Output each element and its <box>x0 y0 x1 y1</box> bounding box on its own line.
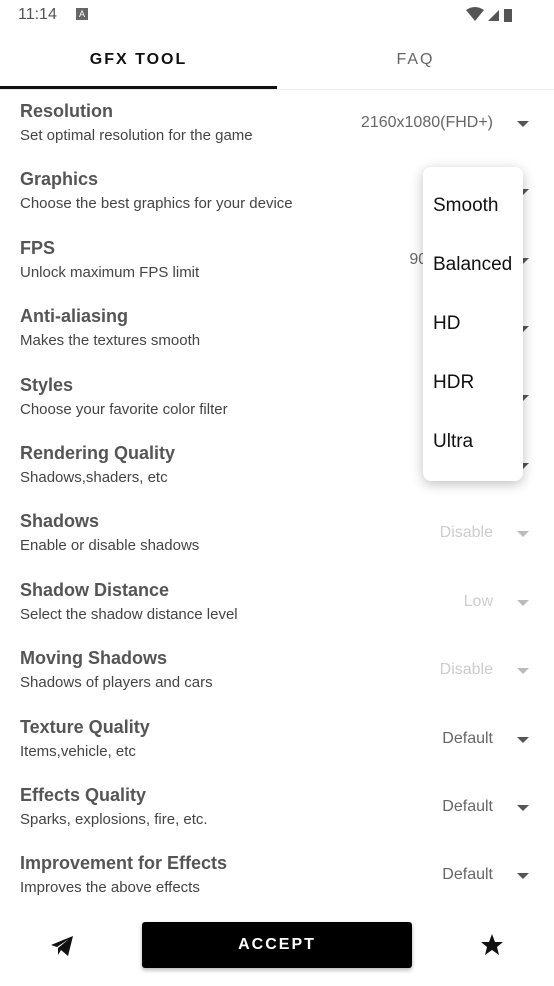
setting-value[interactable]: Default <box>442 866 493 884</box>
setting-row[interactable]: Shadows Enable or disable shadows Disabl… <box>0 506 554 574</box>
setting-row[interactable]: Effects Quality Sparks, explosions, fire… <box>0 780 554 848</box>
setting-subtitle: Choose your favorite color filter <box>20 400 228 418</box>
setting-title: Improvement for Effects <box>20 853 228 874</box>
menu-item-balanced[interactable]: Balanced <box>433 254 512 276</box>
chevron-down-icon[interactable] <box>517 805 529 811</box>
setting-subtitle: Select the shadow distance level <box>20 605 238 623</box>
setting-subtitle: Choose the best graphics for your device <box>20 195 293 213</box>
telegram-icon[interactable] <box>50 935 74 957</box>
setting-subtitle: Sparks, explosions, fire, etc. <box>20 811 208 828</box>
setting-subtitle: Shadows of players and cars <box>20 674 213 692</box>
setting-subtitle: Enable or disable shadows <box>20 537 200 555</box>
setting-subtitle: Makes the textures smooth <box>20 332 201 350</box>
chevron-down-icon[interactable] <box>517 873 529 880</box>
bottom-bar: ACCEPT <box>0 915 554 986</box>
menu-item-ultra[interactable]: Ultra <box>433 431 473 453</box>
menu-item-smooth[interactable]: Smooth <box>433 195 498 217</box>
setting-subtitle: Items,vehicle, etc <box>20 742 136 760</box>
star-icon[interactable] <box>480 933 504 957</box>
setting-row[interactable]: Resolution Set optimal resolution for th… <box>0 96 554 164</box>
setting-row[interactable]: Improvement for Effects Improves the abo… <box>0 848 554 916</box>
chevron-down-icon[interactable] <box>517 531 529 538</box>
setting-value[interactable]: 2160x1080(FHD+) <box>361 114 493 132</box>
wifi-icon <box>466 7 484 21</box>
signal-icon <box>488 10 499 21</box>
tab-gfx-tool[interactable]: GFX TOOL <box>0 30 277 89</box>
setting-subtitle: Shadows,shaders, etc <box>20 469 168 486</box>
setting-title: Rendering Quality <box>20 443 176 463</box>
setting-subtitle: Improves the above effects <box>20 879 200 897</box>
setting-value[interactable]: Default <box>442 798 493 816</box>
chevron-down-icon[interactable] <box>517 599 529 606</box>
setting-title: FPS <box>20 237 56 258</box>
chevron-down-icon[interactable] <box>517 736 529 743</box>
tab-bar: GFX TOOL FAQ <box>0 30 554 90</box>
menu-item-hdr[interactable]: HDR <box>433 372 474 394</box>
setting-title: Effects Quality <box>20 785 147 805</box>
status-icons <box>466 7 512 22</box>
setting-row[interactable]: Moving Shadows Shadows of players and ca… <box>0 643 554 711</box>
setting-row[interactable]: Texture Quality Items,vehicle, etc Defau… <box>0 712 554 780</box>
menu-item-hd[interactable]: HD <box>433 313 460 335</box>
setting-value[interactable]: Disable <box>440 524 493 542</box>
setting-subtitle: Set optimal resolution for the game <box>20 127 253 144</box>
setting-title: Shadows <box>20 511 100 532</box>
status-bar: 11:14 A <box>0 0 554 30</box>
setting-value[interactable]: Default <box>442 730 493 748</box>
accept-button[interactable]: ACCEPT <box>142 922 412 968</box>
setting-title: Texture Quality <box>20 716 150 737</box>
setting-title: Shadow Distance <box>20 579 170 600</box>
setting-subtitle: Unlock maximum FPS limit <box>20 263 200 281</box>
chevron-down-icon[interactable] <box>517 121 529 127</box>
notification-icon: A <box>76 8 88 20</box>
setting-value[interactable]: Disable <box>440 661 493 679</box>
setting-title: Styles <box>20 374 74 395</box>
tab-faq[interactable]: FAQ <box>277 30 554 89</box>
setting-title: Anti-aliasing <box>20 306 129 327</box>
chevron-down-icon[interactable] <box>517 668 529 675</box>
setting-value[interactable]: Low <box>464 593 493 611</box>
setting-title: Graphics <box>20 169 99 190</box>
status-time: 11:14 <box>18 6 57 23</box>
setting-title: Resolution <box>20 101 113 121</box>
graphics-dropdown-menu: Smooth Balanced HD HDR Ultra <box>423 167 523 481</box>
setting-row[interactable]: Shadow Distance Select the shadow distan… <box>0 575 554 643</box>
setting-title: Moving Shadows <box>20 648 168 669</box>
battery-icon <box>504 9 512 22</box>
